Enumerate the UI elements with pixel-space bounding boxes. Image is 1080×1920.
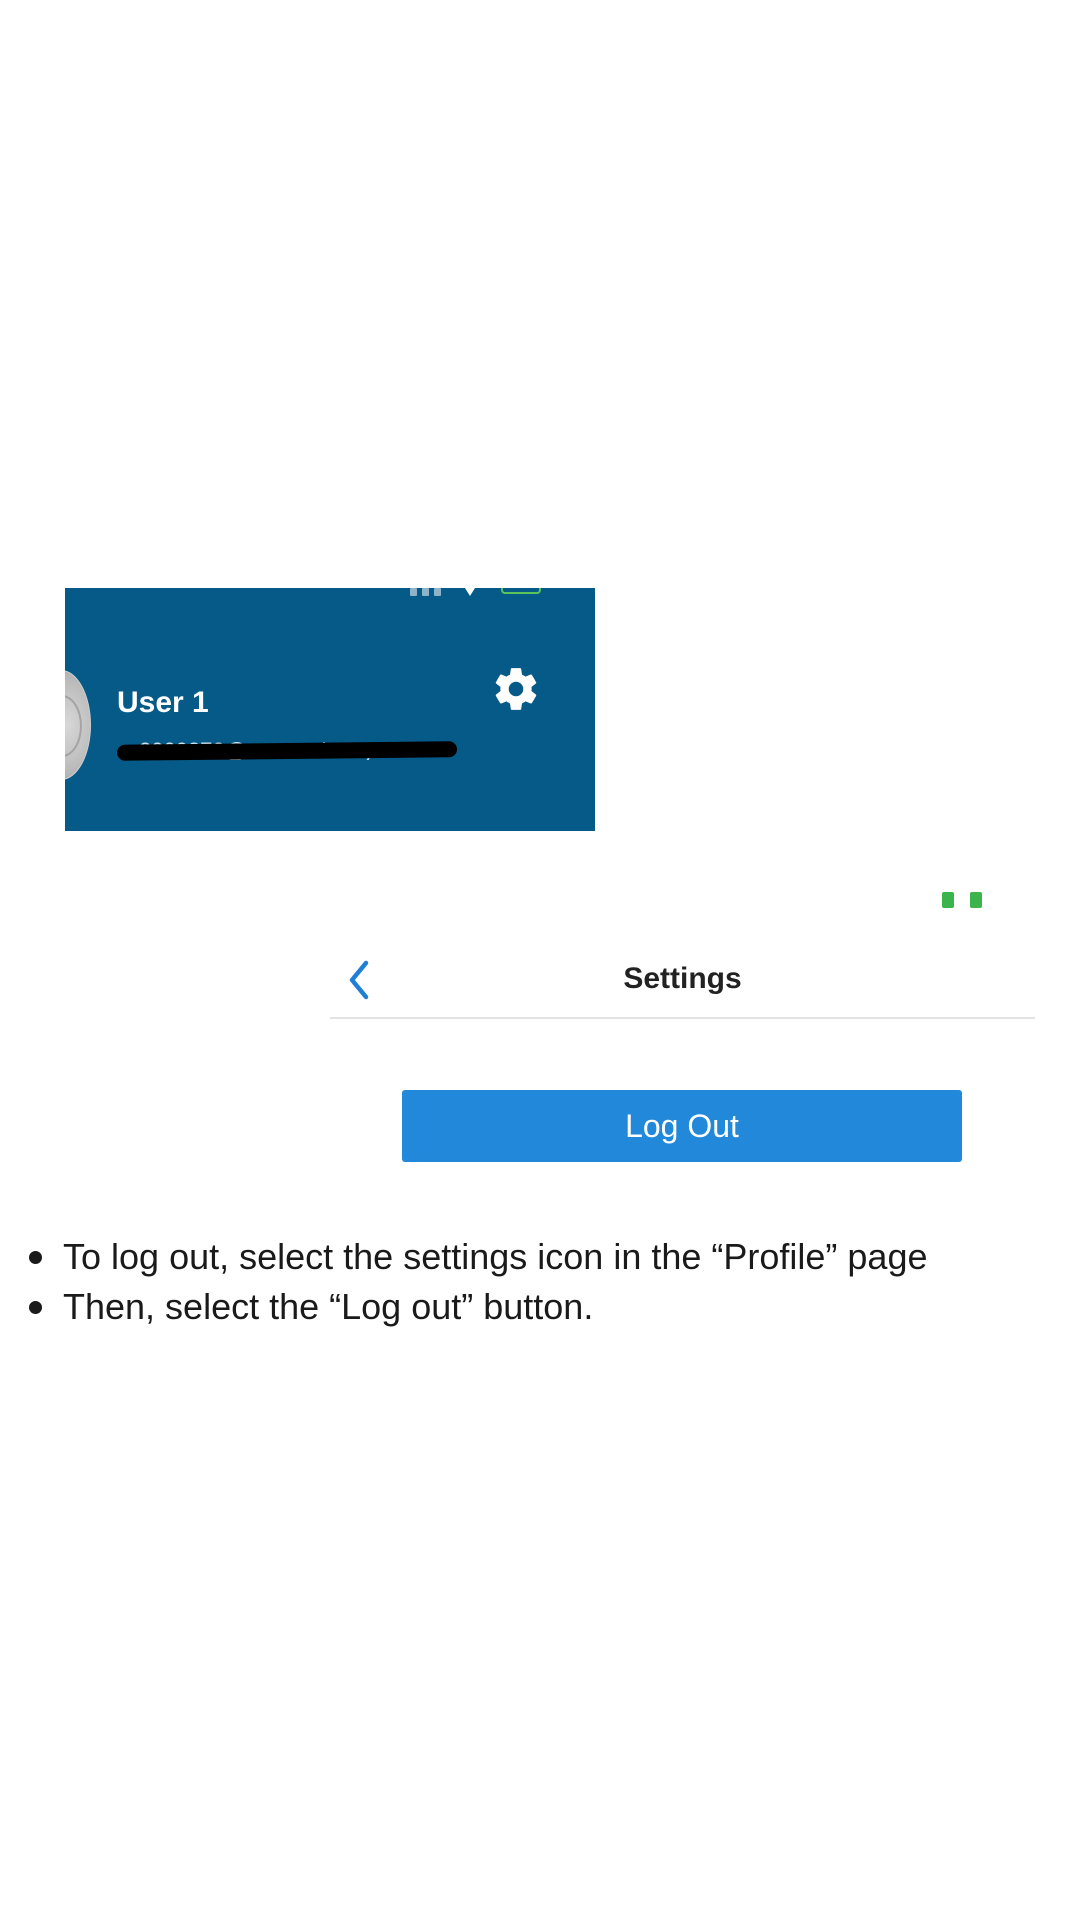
page-title: Settings (623, 962, 742, 995)
settings-screen: Settings Log Out (330, 880, 1035, 1180)
instruction-item: Then, select the “Log out” button. (25, 1282, 1055, 1332)
instruction-item: To log out, select the settings icon in … (25, 1232, 1055, 1282)
profile-header: User 1 …2009872@mmu.edu.my (65, 588, 595, 831)
battery-icon (942, 892, 982, 908)
header-divider (330, 1017, 1035, 1019)
battery-icon (501, 588, 541, 594)
tutorial-page: User 1 …2009872@mmu.edu.my Settings Log … (0, 0, 1080, 1920)
settings-button[interactable] (491, 664, 541, 714)
instruction-list: To log out, select the settings icon in … (25, 1232, 1055, 1332)
avatar[interactable] (65, 670, 91, 780)
wifi-icon (465, 588, 475, 596)
signal-icon (410, 588, 446, 596)
user-name: User 1 (117, 686, 209, 719)
logout-button[interactable]: Log Out (402, 1090, 962, 1162)
gear-icon (495, 668, 537, 710)
redaction-mark (116, 741, 458, 761)
